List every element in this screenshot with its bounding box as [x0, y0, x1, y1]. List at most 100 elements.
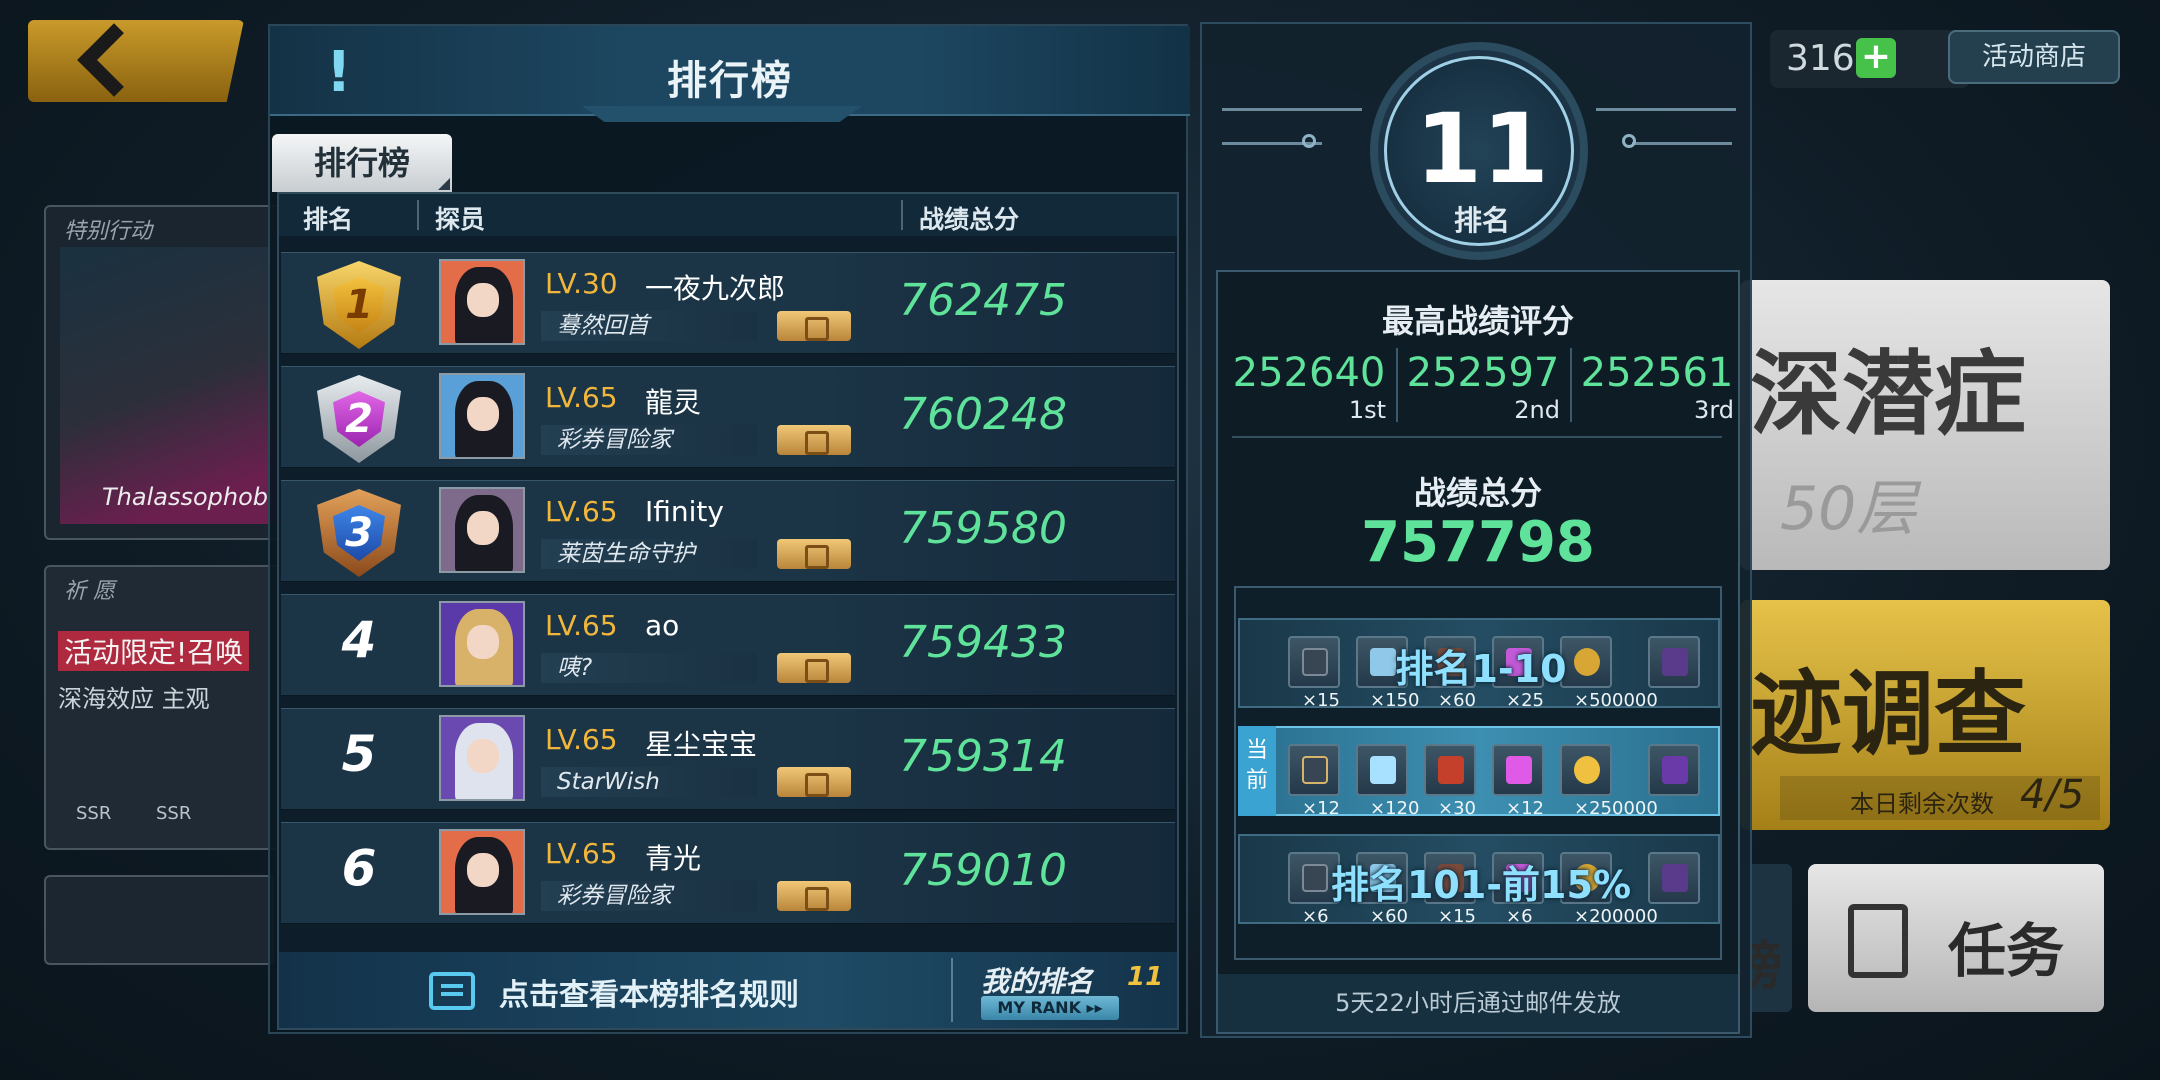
mission-button[interactable]: 任务 — [1808, 864, 2104, 1012]
table-header: 排名 探员 战绩总分 — [279, 194, 1177, 236]
item-qty: ×6 — [1302, 906, 1329, 927]
avatar[interactable] — [439, 487, 525, 573]
item-qty: ×60 — [1438, 690, 1476, 711]
player-score: 759010 — [899, 845, 1067, 896]
summon-line2: 深海效应 主观 — [58, 685, 210, 713]
special-operation-card[interactable]: 特别行动 Thalassophob — [44, 205, 284, 540]
card-tag: 特别行动 — [64, 219, 153, 244]
tier-name: 排名101-前15% — [1330, 863, 1632, 907]
player-level: LV.65 — [545, 837, 618, 870]
item-qty: ×6 — [1506, 906, 1533, 927]
player-title: 彩券冒险家 — [541, 881, 757, 911]
player-name: 星尘宝宝 — [645, 728, 758, 761]
back-button[interactable] — [28, 20, 244, 102]
stats-box: 最高战绩评分 252640 1st 252597 2nd 252561 3rd … — [1216, 270, 1740, 1034]
bottom-left-card[interactable] — [44, 875, 274, 965]
game-screen: 316 + 活动商店 特别行动 Thalassophob 祈 愿 活动限定!召唤… — [0, 0, 2160, 1080]
current-rank: 11 — [1415, 93, 1549, 205]
player-level: LV.65 — [545, 495, 618, 528]
best-score-value: 252561 — [1580, 350, 1734, 396]
gift-icon[interactable] — [777, 767, 851, 797]
clipboard-icon[interactable] — [429, 972, 475, 1010]
event-shop-button[interactable]: 活动商店 — [1948, 30, 2120, 84]
avatar[interactable] — [439, 829, 525, 915]
gift-icon[interactable] — [777, 311, 851, 341]
player-name: Ifinity — [645, 495, 724, 528]
avatar[interactable] — [439, 259, 525, 345]
avatar[interactable] — [439, 373, 525, 459]
investigation-card[interactable]: 迹调查 本日剩余次数 4/5 — [1740, 600, 2110, 830]
deep-dive-title: 深潜症 — [1750, 341, 2027, 448]
rules-link[interactable]: 点击查看本榜排名规则 — [499, 970, 799, 1014]
table-row[interactable]: 2 LV.65 龍灵 彩券冒险家 760248 — [281, 366, 1175, 468]
deep-dive-floor: 50层 — [1780, 474, 1917, 544]
best-score-3: 252561 3rd — [1572, 350, 1742, 424]
decor-line — [1596, 108, 1736, 111]
coin-item-icon: ×250000 — [1560, 744, 1658, 819]
col-divider — [417, 200, 419, 230]
gift-icon[interactable] — [777, 425, 851, 455]
material-item-icon: ×30 — [1424, 744, 1476, 819]
rank-number: 4 — [341, 611, 377, 669]
add-currency-icon[interactable]: + — [1856, 38, 1896, 78]
total-score-label: 战绩总分 — [1413, 474, 1542, 512]
col-rank: 排名 — [303, 205, 354, 234]
player-title: 莱茵生命守护 — [541, 539, 757, 569]
checklist-icon — [1848, 904, 1908, 978]
currency-value: 316 — [1786, 38, 1855, 79]
col-divider — [901, 200, 903, 230]
table-row[interactable]: 3 LV.65 Ifinity 莱茵生命守护 759580 — [281, 480, 1175, 582]
player-name: ao — [645, 609, 680, 642]
header-notch — [582, 106, 862, 122]
rank-number: 2 — [333, 391, 385, 447]
potion-item-icon: ×12 — [1492, 744, 1544, 819]
item-qty: ×25 — [1506, 690, 1544, 711]
player-name: 青光 — [645, 842, 702, 875]
table-row[interactable]: 1 LV.30 一夜九次郎 蓦然回首 762475 — [281, 252, 1175, 354]
tab-leaderboard[interactable]: 排行榜 — [272, 134, 452, 192]
item-qty: ×12 — [1302, 798, 1340, 819]
current-tag: 当前 — [1238, 726, 1276, 816]
gift-icon[interactable] — [777, 881, 851, 911]
silver-medal-icon: 2 — [317, 375, 401, 463]
reward-tiers[interactable]: ×15 ×150 ×60 ×25 ×500000 排名1-10 当前 ×12 ×… — [1234, 586, 1722, 960]
card-item-icon: ×12 — [1288, 744, 1340, 819]
table-row[interactable]: 4 LV.65 ao 咦? 759433 — [281, 594, 1175, 696]
leaderboard-footer: 点击查看本榜排名规则 我的排名 11 MY RANK ▸▸ — [279, 952, 1177, 1028]
remaining-value: 4/5 — [2020, 772, 2085, 818]
gift-icon[interactable] — [777, 653, 851, 683]
deep-dive-card[interactable]: 深潜症 50层 — [1740, 280, 2110, 570]
summon-card[interactable]: 祈 愿 活动限定!召唤 深海效应 主观 SSR SSR — [44, 565, 284, 850]
leaderboard-header: ! 排行榜 — [270, 26, 1190, 122]
best-score-ordinal: 3rd — [1694, 396, 1734, 424]
stats-divider — [1232, 436, 1722, 438]
currency-counter: 316 + — [1770, 30, 1970, 88]
remaining-bar: 本日剩余次数 4/5 — [1780, 772, 2100, 820]
best-score-2: 252597 2nd — [1398, 350, 1568, 424]
avatar[interactable] — [439, 715, 525, 801]
best-score-label: 最高战绩评分 — [1381, 302, 1574, 340]
player-level: LV.65 — [545, 609, 618, 642]
investigation-title: 迹调查 — [1750, 661, 2027, 768]
rank-summary-panel: 11 排名 最高战绩评分 252640 1st 252597 2nd 25256… — [1200, 22, 1752, 1038]
mission-label: 任务 — [1948, 917, 2065, 985]
gift-icon[interactable] — [777, 539, 851, 569]
player-title: 彩券冒险家 — [541, 425, 757, 455]
best-score-ordinal: 2nd — [1514, 396, 1560, 424]
table-row[interactable]: 5 LV.65 星尘宝宝 StarWish 759314 — [281, 708, 1175, 810]
player-score: 760248 — [899, 389, 1067, 440]
bronze-medal-icon: 3 — [317, 489, 401, 577]
rank-badge: 11 排名 — [1370, 42, 1588, 260]
table-row[interactable]: 6 LV.65 青光 彩券冒险家 759010 — [281, 822, 1175, 924]
decor-line — [1632, 142, 1732, 145]
item-qty: ×60 — [1370, 906, 1408, 927]
item-qty: ×12 — [1506, 798, 1544, 819]
reward-tier: ×15 ×150 ×60 ×25 ×500000 排名1-10 — [1238, 618, 1720, 711]
item-qty: ×120 — [1370, 798, 1420, 819]
col-score: 战绩总分 — [919, 205, 1020, 234]
rank-number: 5 — [341, 725, 377, 783]
player-score: 759314 — [899, 731, 1067, 782]
avatar[interactable] — [439, 601, 525, 687]
leaderboard-title: 排行榜 — [667, 58, 793, 104]
my-rank-button[interactable]: MY RANK ▸▸ — [981, 996, 1119, 1020]
